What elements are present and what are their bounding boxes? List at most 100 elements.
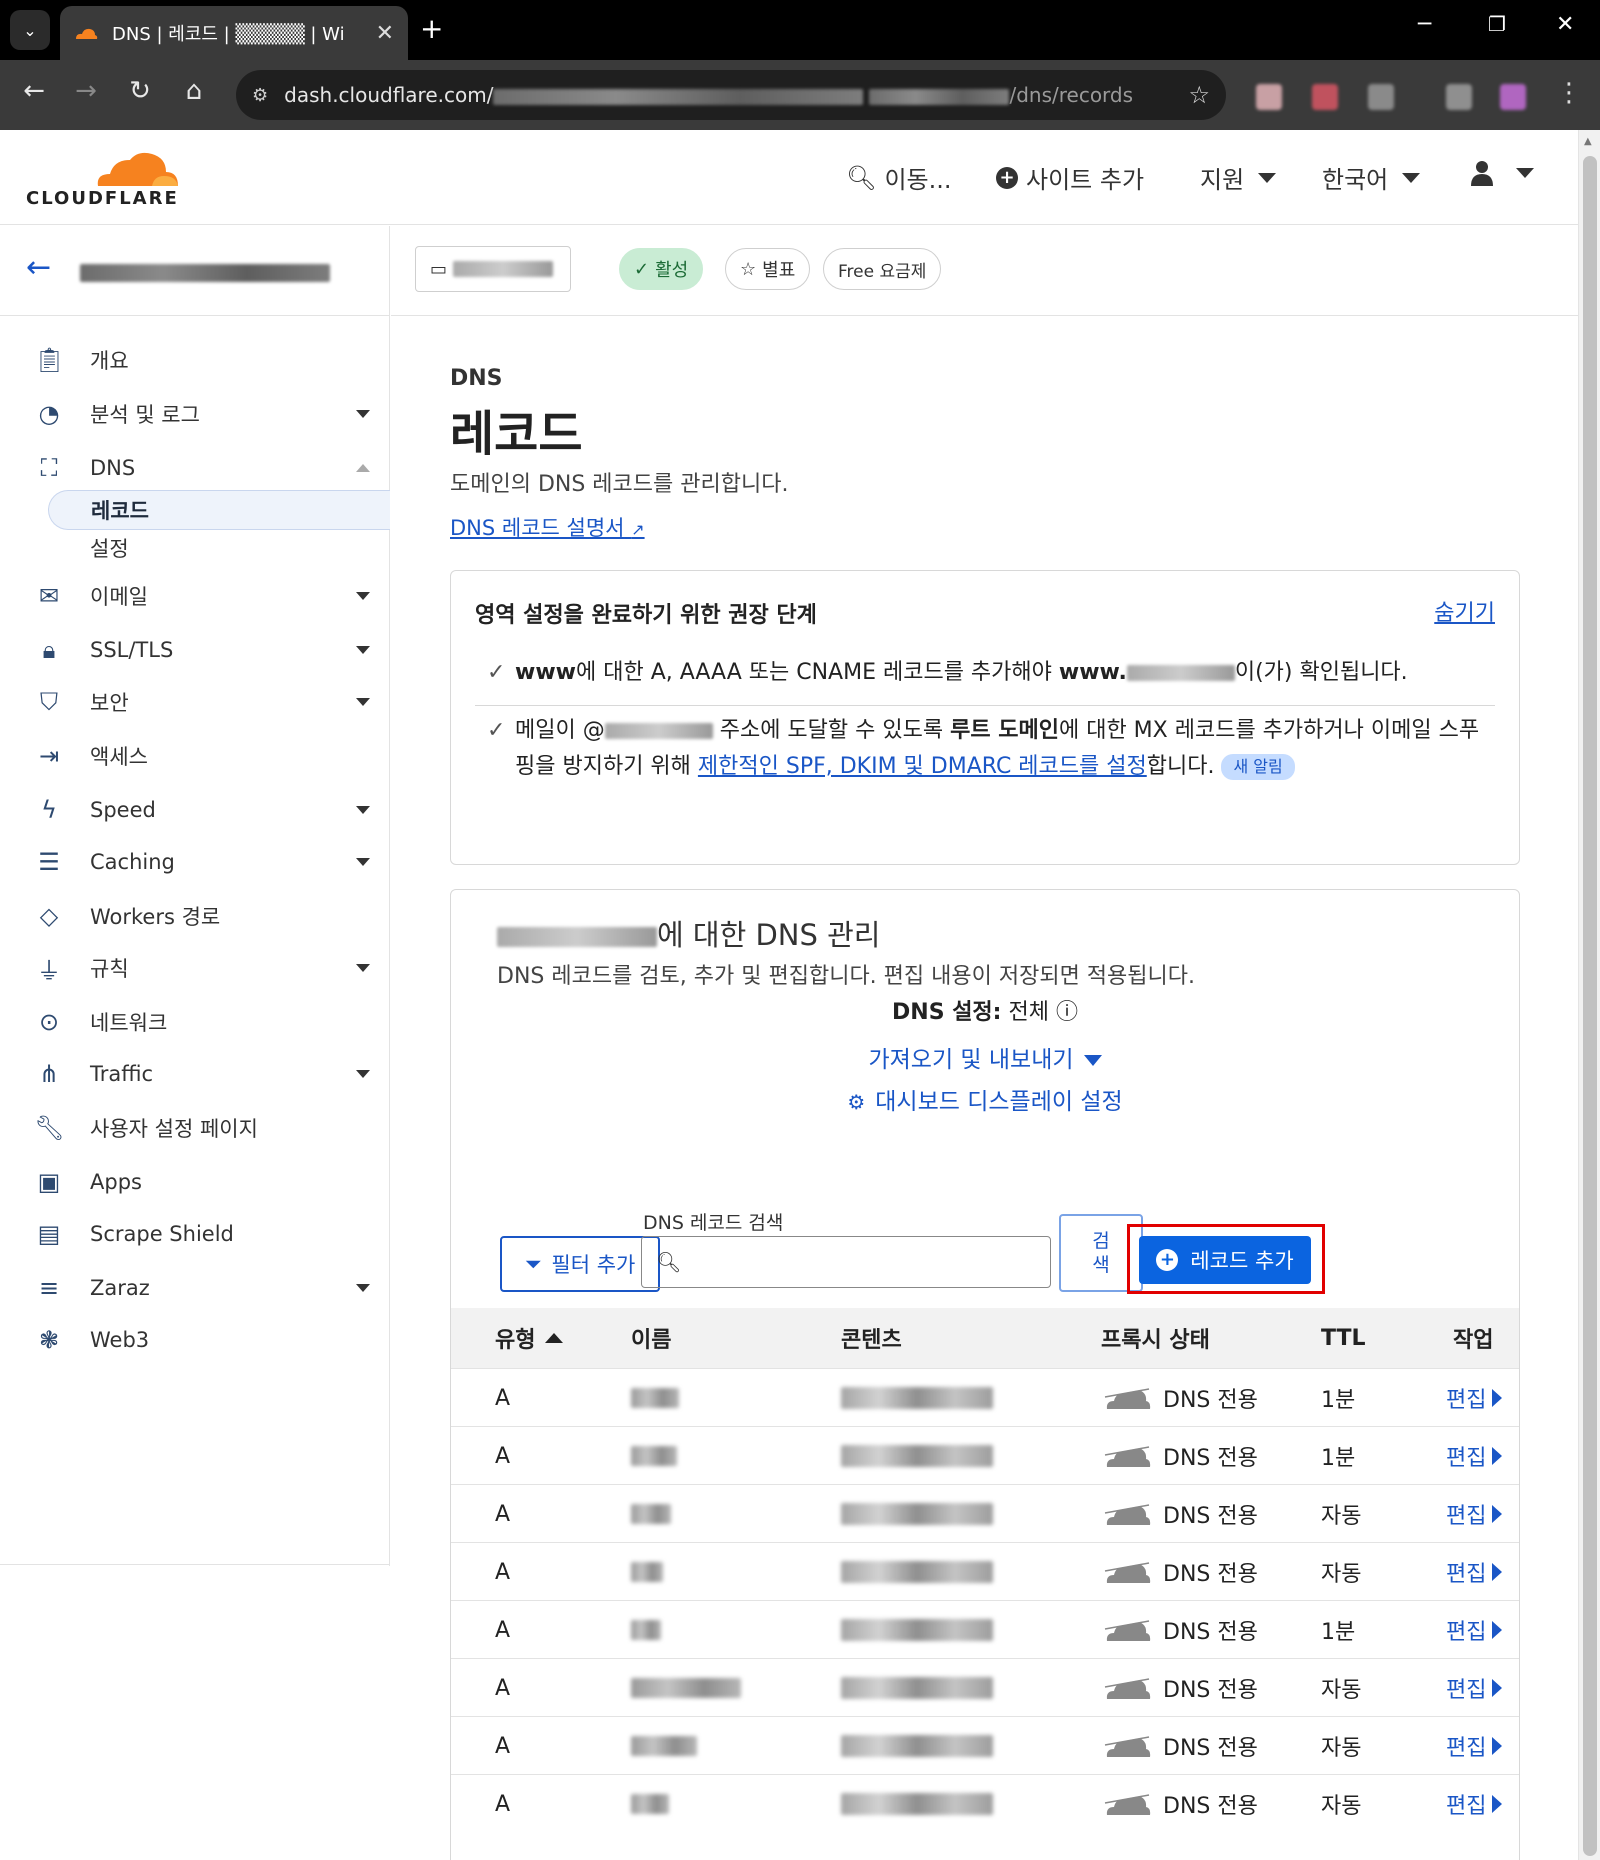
sidebar-item-zaraz[interactable]: ≡ Zaraz [0,1268,390,1308]
page-scrollbar[interactable]: ▲ [1578,130,1600,1860]
site-selector[interactable]: ← [0,226,390,316]
minimize-icon[interactable]: ─ [1418,12,1431,37]
column-header-content[interactable]: 콘텐츠 [841,1308,902,1368]
window-close-icon[interactable]: ✕ [1556,12,1574,37]
sidebar-item-overview[interactable]: 📋︎ 개요 [0,340,390,380]
sidebar-item-email[interactable]: ✉ 이메일 [0,576,390,616]
dashboard-display-settings-link[interactable]: ⚙ 대시보드 디스플레이 설정 [451,1082,1519,1116]
new-tab-button[interactable]: + [420,12,443,45]
table-row[interactable]: A DNS 전용 자동 편집 [451,1658,1519,1716]
browser-tab[interactable]: DNS | 레코드 | ▒▒▒▒▒ | Wi ✕ [60,6,408,60]
edit-record-button[interactable]: 편집 [1446,1427,1503,1485]
language-menu[interactable]: 한국어 [1322,160,1421,195]
tab-close-icon[interactable]: ✕ [376,21,394,46]
sidebar-item-label: 이메일 [90,585,148,609]
table-row[interactable]: A DNS 전용 1분 편집 [451,1600,1519,1658]
column-header-name[interactable]: 이름 [631,1308,671,1368]
record-ttl: 1분 [1321,1620,1356,1645]
edit-record-button[interactable]: 편집 [1446,1775,1503,1833]
proxy-status-label: DNS 전용 [1163,1794,1258,1819]
sidebar-item-ssl-tls[interactable]: 🔒︎ SSL/TLS [0,630,390,670]
rec-text: 주소에 도달할 수 있도록 [712,718,951,743]
sidebar-subitem-settings[interactable]: 설정 [48,528,390,568]
sidebar-item-network[interactable]: ⊙ 네트워크 [0,1002,390,1042]
table-row[interactable]: A DNS 전용 자동 편집 [451,1484,1519,1542]
reload-icon[interactable]: ↻ [122,76,158,106]
extension-icon[interactable] [1256,84,1282,110]
column-header-proxy[interactable]: 프록시 상태 [1101,1308,1210,1368]
edit-record-button[interactable]: 편집 [1446,1659,1503,1717]
sidebar-item-apps[interactable]: ▣ Apps [0,1162,390,1202]
table-row[interactable]: A DNS 전용 자동 편집 [451,1774,1519,1832]
sidebar-item-web3[interactable]: ❃ Web3 [0,1320,390,1360]
spf-dkim-dmarc-link[interactable]: 제한적인 SPF, DKIM 및 DMARC 레코드를 설정 [698,754,1147,779]
address-bar[interactable]: ⚙ dash.cloudflare.com/ /dns/records ☆ [236,70,1226,120]
bookmark-star-icon[interactable]: ☆ [1188,81,1210,109]
star-button[interactable]: ☆ 별표 [725,248,811,290]
support-menu[interactable]: 지원 [1200,160,1277,195]
column-header-type[interactable]: 유형 [495,1308,564,1368]
sidebar-item-label: 분석 및 로그 [90,403,200,427]
sidebar-item-rules[interactable]: ⏚ 규칙 [0,948,390,988]
back-arrow-icon[interactable]: ← [26,250,51,285]
column-header-ttl[interactable]: TTL [1321,1308,1366,1368]
scroll-up-icon[interactable]: ▲ [1584,136,1592,147]
add-filter-button[interactable]: ⏷ 필터 추가 [500,1236,660,1292]
table-row[interactable]: A DNS 전용 자동 편집 [451,1542,1519,1600]
edit-record-button[interactable]: 편집 [1446,1369,1503,1427]
edit-record-button[interactable]: 편집 [1446,1717,1503,1775]
back-icon[interactable]: ← [16,76,52,106]
scrollbar-thumb[interactable] [1583,156,1597,1856]
sidebar-item-dns[interactable]: ⛶ DNS [0,448,390,488]
extension-icon[interactable] [1500,84,1526,110]
proxy-status-label: DNS 전용 [1163,1678,1258,1703]
status-label: 활성 [655,260,689,281]
chevron-down-icon [1258,172,1277,183]
info-icon[interactable]: ⓘ [1056,1000,1078,1025]
import-export-menu[interactable]: 가져오기 및 내보내기 [451,1040,1519,1074]
url-suffix: /dns/records [1009,83,1134,107]
sidebar-subitem-records[interactable]: 레코드 [48,490,390,530]
extension-icon[interactable] [1368,84,1394,110]
sidebar-item-custom-pages[interactable]: 🔧︎ 사용자 설정 페이지 [0,1108,390,1148]
browser-tab-bar: ⌄ DNS | 레코드 | ▒▒▒▒▒ | Wi ✕ + ─ ❐ ✕ [0,0,1600,60]
user-menu[interactable] [1470,160,1534,186]
sidebar-item-security[interactable]: ⛉ 보안 [0,682,390,722]
cloudflare-logo[interactable]: CLOUDFLARE [26,146,188,209]
edit-record-button[interactable]: 편집 [1446,1485,1503,1543]
sidebar-item-workers[interactable]: ◇ Workers 경로 [0,896,390,936]
sidebar-item-scrape-shield[interactable]: ▤ Scrape Shield [0,1214,390,1254]
goto-button[interactable]: 🔍︎ 이동... [846,160,952,195]
chevron-right-icon [1492,1795,1503,1813]
restore-icon[interactable]: ❐ [1488,12,1506,36]
sidebar-item-speed[interactable]: ϟ Speed [0,790,390,830]
sidebar-item-access[interactable]: ⇥ 액세스 [0,736,390,776]
zone-selector[interactable]: ▭ [415,246,571,292]
plan-badge[interactable]: Free 요금제 [823,248,942,290]
add-site-button[interactable]: + 사이트 추가 [996,160,1144,195]
record-content-redacted [841,1369,993,1427]
record-ttl: 자동 [1321,1736,1362,1761]
table-row[interactable]: A DNS 전용 자동 편집 [451,1716,1519,1774]
proxy-status: DNS 전용 [1103,1543,1258,1601]
extension-icon[interactable] [1446,84,1472,110]
site-info-icon[interactable]: ⚙ [252,85,268,106]
add-record-button[interactable]: + 레코드 추가 [1139,1236,1311,1284]
tab-search-button[interactable]: ⌄ [10,10,50,50]
browser-menu-icon[interactable]: ⋮ [1556,78,1582,108]
tab-title: DNS | 레코드 | ▒▒▒▒▒ | Wi [112,24,345,45]
dns-docs-link[interactable]: DNS 레코드 설명서 ↗ [450,512,645,542]
table-row[interactable]: A DNS 전용 1분 편집 [451,1368,1519,1426]
sidebar-item-analytics[interactable]: ◔ 분석 및 로그 [0,394,390,434]
document-icon: ▤ [37,1220,61,1248]
home-icon[interactable]: ⌂ [176,76,212,106]
edit-record-button[interactable]: 편집 [1446,1543,1503,1601]
extension-icon[interactable] [1312,84,1338,110]
forward-icon[interactable]: → [68,76,104,106]
table-row[interactable]: A DNS 전용 1분 편집 [451,1426,1519,1484]
dns-search-input[interactable]: 🔍︎ [641,1236,1051,1288]
sidebar-item-caching[interactable]: ☰ Caching [0,842,390,882]
hide-link[interactable]: 숨기기 [1434,595,1495,627]
edit-record-button[interactable]: 편집 [1446,1601,1503,1659]
sidebar-item-traffic[interactable]: ⋔ Traffic [0,1054,390,1094]
